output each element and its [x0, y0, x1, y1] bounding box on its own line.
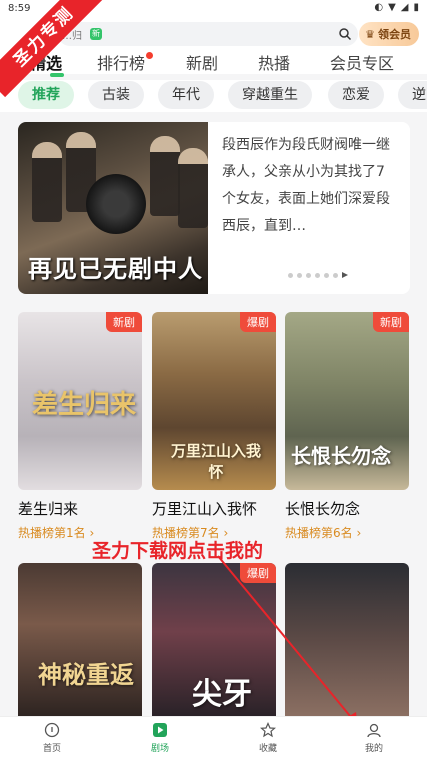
poster-figure — [150, 136, 180, 216]
signal-icon: ◢ — [400, 2, 409, 13]
drama-poster: 万里江山入我怀 — [152, 312, 276, 490]
drama-poster: 尖牙 — [152, 563, 276, 716]
pager-dot — [288, 272, 293, 278]
pager-dot — [297, 272, 302, 278]
pager-dot — [324, 272, 329, 278]
poster-title-art: 长恨长勿念 — [291, 444, 391, 468]
pager-dot — [306, 272, 311, 278]
pager-current-indicator — [342, 272, 348, 278]
nav-theater-label: 剧场 — [150, 744, 169, 754]
nav-home[interactable]: 首页 — [22, 722, 82, 754]
drama-rank: 热播榜第1名 — [18, 526, 86, 540]
chip-time-travel[interactable]: 穿越重生 — [228, 81, 312, 109]
drama-title: 差生归来 — [18, 500, 79, 518]
featured-banner[interactable]: 再见已无剧中人 段西辰作为段氏财阀唯一继承人，父亲从小为其找了7个女友，表面上她… — [18, 122, 410, 294]
search-icon[interactable] — [338, 27, 352, 41]
watermark-text: 圣力下载网点击我的 — [92, 540, 264, 562]
nav-home-label: 首页 — [42, 744, 61, 754]
nav-profile-label: 我的 — [364, 744, 383, 754]
new-badge: 新剧 — [106, 312, 142, 332]
get-vip-button[interactable]: ♛ 领会员 — [359, 22, 419, 46]
pager-dot — [333, 272, 338, 278]
drama-rank-link[interactable]: 热播榜第6名 › — [285, 524, 361, 541]
tab-active-indicator — [50, 73, 64, 77]
category-chips: 推荐 古装 年代 穿越重生 恋爱 逆 — [0, 80, 427, 112]
tab-ranking-dot — [146, 52, 154, 59]
drama-poster: 长恨长勿念 — [285, 312, 409, 490]
chip-more[interactable]: 逆 — [398, 81, 427, 109]
hot-badge: 爆剧 — [240, 563, 276, 583]
new-badge: 新剧 — [373, 312, 409, 332]
play-icon — [153, 723, 167, 737]
drama-title: 长恨长勿念 — [285, 500, 361, 518]
drama-poster: 差生归来 — [18, 312, 142, 490]
tab-hot[interactable]: 热播 — [258, 50, 290, 74]
poster-title-art: 尖牙 — [192, 677, 252, 712]
tab-ranking-label: 排行榜 — [97, 54, 146, 73]
poster-title-art: 神秘重返 — [38, 660, 134, 689]
nav-favorites-label: 收藏 — [258, 744, 277, 754]
tab-new[interactable]: 新剧 — [186, 50, 218, 74]
banner-poster-title: 再见已无剧中人 — [28, 254, 203, 283]
poster-projector — [86, 174, 146, 234]
nav-theater[interactable]: 剧场 — [130, 722, 190, 754]
chip-costume[interactable]: 古装 — [88, 81, 144, 109]
status-icons: ◐ ▼ ◢ ▮ — [374, 2, 419, 13]
chip-era[interactable]: 年代 — [158, 81, 214, 109]
drama-title: 万里江山入我怀 — [152, 500, 258, 518]
poster-figure — [178, 148, 208, 228]
drama-rank-link[interactable]: 热播榜第1名 › — [18, 524, 94, 541]
poster-figure — [32, 142, 62, 222]
chip-romance[interactable]: 恋爱 — [328, 81, 384, 109]
wifi-icon: ▼ — [388, 2, 396, 13]
hot-badge: 爆剧 — [240, 312, 276, 332]
banner-description: 段西辰作为段氏财阀唯一继承人，父亲从小为其找了7个女友，表面上她们深爱段西辰，直… — [222, 137, 390, 234]
bottom-nav: 首页 剧场 收藏 我的 — [0, 716, 427, 760]
get-vip-label: 领会员 — [378, 28, 411, 41]
poster-title-art: 差生归来 — [32, 390, 137, 420]
star-icon — [260, 722, 276, 738]
tab-vip-zone[interactable]: 会员专区 — [330, 50, 394, 74]
drama-poster — [285, 563, 409, 716]
home-icon — [44, 722, 60, 738]
nav-favorites[interactable]: 收藏 — [238, 722, 298, 754]
drama-poster: 神秘重返 — [18, 563, 142, 716]
banner-poster: 再见已无剧中人 — [18, 122, 208, 294]
crown-icon: ♛ — [365, 27, 375, 41]
search-new-tag: 新 — [90, 28, 102, 40]
tab-ranking[interactable]: 排行榜 — [97, 50, 154, 74]
user-icon — [367, 723, 381, 738]
chip-recommend[interactable]: 推荐 — [18, 81, 74, 109]
battery-icon: ▮ — [413, 2, 419, 13]
drama-rank: 热播榜第6名 — [285, 526, 353, 540]
nav-profile[interactable]: 我的 — [344, 722, 404, 754]
poster-title-art: 万里江山入我怀 — [170, 442, 261, 481]
status-time: 8:59 — [8, 3, 31, 14]
banner-pager — [288, 272, 348, 278]
main-tabs: 精选 排行榜 新剧 热播 会员专区 — [0, 50, 427, 77]
search-bar[interactable]: …归 新 — [58, 22, 358, 46]
sync-icon: ◐ — [374, 2, 384, 13]
pager-dot — [315, 272, 320, 278]
